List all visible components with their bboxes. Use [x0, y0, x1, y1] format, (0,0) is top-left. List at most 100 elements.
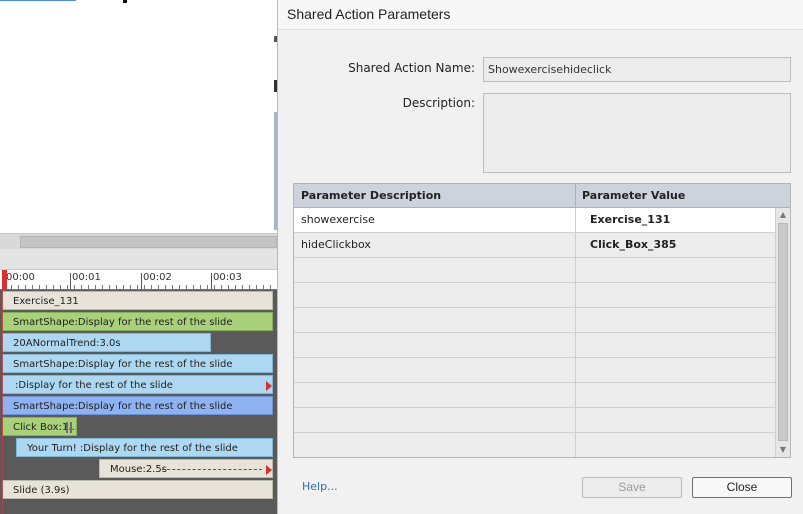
param-value-cell[interactable]: Exercise_131: [590, 213, 670, 226]
timeline-track[interactable]: :Display for the rest of the slide: [0, 374, 277, 395]
ruler-label: 00:02: [143, 272, 172, 283]
ruler-minor-tick: [95, 285, 96, 289]
column-divider: [575, 283, 576, 308]
timeline-track[interactable]: 20ANormalTrend:3.0s: [0, 332, 277, 353]
ruler-minor-tick: [74, 285, 75, 289]
close-button[interactable]: Close: [692, 477, 792, 498]
scroll-down-icon[interactable]: ▼: [776, 443, 790, 457]
shared-action-name-label: Shared Action Name:: [348, 61, 475, 75]
column-header-value: Parameter Value: [582, 189, 686, 202]
ruler-minor-tick: [214, 285, 215, 289]
ruler-minor-tick: [18, 285, 19, 289]
timeline-track[interactable]: SmartShape:Display for the rest of the s…: [0, 311, 277, 332]
ruler-label: 00:03: [213, 272, 242, 283]
ruler-minor-tick: [172, 285, 173, 289]
slide-canvas: [0, 0, 277, 233]
save-button[interactable]: Save: [582, 477, 682, 498]
column-divider: [575, 308, 576, 333]
ruler-minor-tick: [200, 285, 201, 289]
column-divider: [575, 408, 576, 433]
timeline-track[interactable]: SmartShape:Display for the rest of the s…: [0, 353, 277, 374]
scrollbar-thumb[interactable]: [778, 223, 788, 441]
ruler-minor-tick: [137, 285, 138, 289]
track-label: SmartShape:Display for the rest of the s…: [13, 359, 233, 370]
track-label: SmartShape:Display for the rest of the s…: [13, 401, 233, 412]
track-label: SmartShape:Display for the rest of the s…: [13, 317, 233, 328]
table-row-empty[interactable]: [294, 258, 776, 283]
track-bar-smartshape[interactable]: SmartShape:Display for the rest of the s…: [2, 354, 273, 373]
ruler-minor-tick: [228, 285, 229, 289]
ruler-minor-tick: [123, 285, 124, 289]
description-label: Description:: [402, 96, 475, 110]
ruler-minor-tick: [109, 285, 110, 289]
table-row-empty[interactable]: [294, 383, 776, 408]
ruler-minor-tick: [25, 285, 26, 289]
ruler-label: 00:00: [6, 272, 35, 283]
ruler-minor-tick: [179, 285, 180, 289]
table-row-empty[interactable]: [294, 358, 776, 383]
table-row-empty[interactable]: [294, 408, 776, 433]
ruler-minor-tick: [39, 285, 40, 289]
track-bar-slide[interactable]: Slide (3.9s): [2, 480, 273, 499]
ruler-minor-tick: [270, 285, 271, 289]
table-vertical-scrollbar[interactable]: ▲ ▼: [775, 208, 790, 457]
playhead-handle[interactable]: [2, 270, 7, 290]
table-row-empty[interactable]: [294, 308, 776, 333]
track-bar-smartshape[interactable]: SmartShape:Display for the rest of the s…: [2, 396, 273, 415]
scroll-up-icon[interactable]: ▲: [776, 208, 790, 222]
track-end-arrow-icon: [266, 465, 272, 475]
table-row-empty[interactable]: [294, 433, 776, 457]
table-header: Parameter Description Parameter Value: [294, 184, 790, 208]
column-divider: [575, 208, 576, 233]
shared-action-name-field[interactable]: Showexercisehideclick: [483, 57, 791, 82]
ruler-minor-tick: [235, 285, 236, 289]
timeline-track[interactable]: Your Turn! :Display for the rest of the …: [0, 437, 277, 458]
table-row-empty[interactable]: [294, 283, 776, 308]
track-label: Slide (3.9s): [13, 485, 70, 496]
column-divider: [575, 358, 576, 383]
track-bar-normaltrend[interactable]: 20ANormalTrend:3.0s: [2, 333, 211, 352]
timeline-track[interactable]: Exercise_131: [0, 290, 277, 311]
table-row[interactable]: showexercise Exercise_131: [294, 208, 776, 233]
track-bar-clickbox[interactable]: Click Box:1...: [2, 417, 77, 436]
track-label: Exercise_131: [13, 296, 79, 307]
track-bar-display[interactable]: :Display for the rest of the slide: [2, 375, 273, 394]
ruler-minor-tick: [67, 285, 68, 289]
description-field[interactable]: [483, 93, 791, 173]
column-divider: [575, 383, 576, 408]
help-link[interactable]: Help...: [302, 480, 338, 493]
timeline-track[interactable]: Mouse:2.5s: [0, 458, 277, 479]
column-divider: [575, 233, 576, 258]
track-bar-smartshape[interactable]: SmartShape:Display for the rest of the s…: [2, 312, 273, 331]
track-bar-mouse[interactable]: Mouse:2.5s: [99, 459, 273, 478]
ruler-minor-tick: [32, 285, 33, 289]
param-description-cell: hideClickbox: [301, 238, 371, 251]
ruler-major-tick: [70, 273, 71, 289]
timeline-track[interactable]: SmartShape:Display for the rest of the s…: [0, 395, 277, 416]
ruler-minor-tick: [46, 285, 47, 289]
table-row[interactable]: hideClickbox Click_Box_385: [294, 233, 776, 258]
timeline-track[interactable]: Click Box:1...: [0, 416, 277, 437]
timeline-ruler[interactable]: 00:00 00:01 00:02 00:03: [0, 270, 277, 290]
pause-icon: [66, 422, 72, 433]
timeline-header-band: [0, 249, 277, 270]
ruler-minor-tick: [207, 285, 208, 289]
scrollbar-thumb[interactable]: [20, 236, 277, 248]
timeline-track[interactable]: Slide (3.9s): [0, 479, 277, 500]
shared-action-parameters-dialog: Shared Action Parameters Shared Action N…: [277, 0, 803, 514]
column-divider: [575, 184, 576, 208]
ruler-minor-tick: [11, 285, 12, 289]
track-bar-exercise[interactable]: Exercise_131: [2, 291, 273, 310]
table-row-empty[interactable]: [294, 333, 776, 358]
track-bar-yourturn[interactable]: Your Turn! :Display for the rest of the …: [16, 438, 273, 457]
track-label: :Display for the rest of the slide: [15, 380, 173, 391]
column-header-description: Parameter Description: [301, 189, 442, 202]
canvas-horizontal-scrollbar[interactable]: [0, 233, 277, 249]
column-divider: [575, 433, 576, 457]
ruler-minor-tick: [221, 285, 222, 289]
parameters-table: Parameter Description Parameter Value sh…: [293, 183, 791, 458]
ruler-minor-tick: [88, 285, 89, 289]
param-value-cell[interactable]: Click_Box_385: [590, 238, 676, 251]
ruler-label: 00:01: [72, 272, 101, 283]
ruler-minor-tick: [102, 285, 103, 289]
